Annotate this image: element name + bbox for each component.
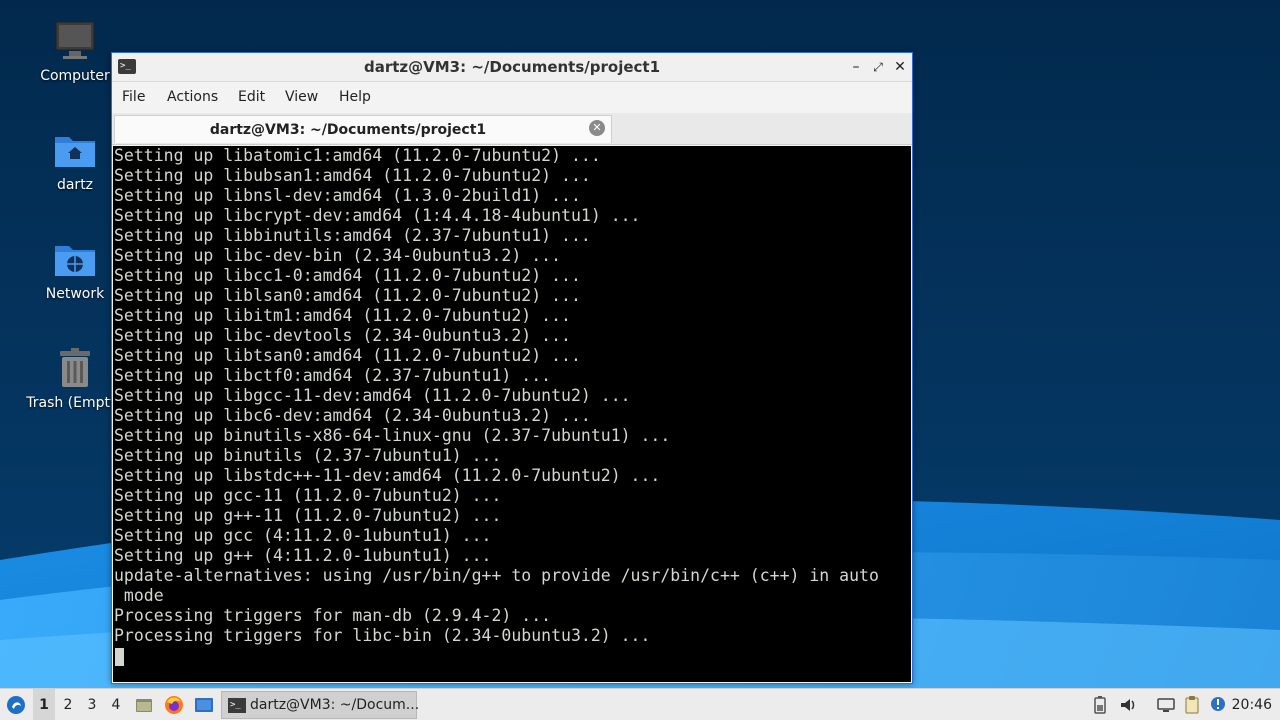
trash-icon (60, 348, 90, 387)
terminal-line: Setting up libgcc-11-dev:amd64 (11.2.0-7… (114, 386, 631, 405)
terminal-task-icon: >_ (228, 698, 246, 713)
terminal-line: Setting up libnsl-dev:amd64 (1.3.0-2buil… (114, 186, 581, 205)
menu-edit[interactable]: Edit (238, 89, 265, 105)
terminal-line: Setting up gcc-11 (11.2.0-7ubuntu2) ... (114, 486, 502, 505)
workspace-3[interactable]: 3 (81, 689, 103, 720)
terminal-cursor (115, 648, 124, 666)
terminal-tab[interactable]: dartz@VM3: ~/Documents/project1 ✕ (114, 115, 612, 143)
tab-bar: dartz@VM3: ~/Documents/project1 ✕ (112, 113, 912, 145)
terminal-line: Processing triggers for libc-bin (2.34-0… (114, 626, 651, 645)
terminal-line: Setting up libubsan1:amd64 (11.2.0-7ubun… (114, 166, 591, 185)
terminal-line: Setting up binutils (2.37-7ubuntu1) ... (114, 446, 502, 465)
terminal-line: Setting up libc-dev-bin (2.34-0ubuntu3.2… (114, 246, 562, 265)
terminal-line: Setting up libc6-dev:amd64 (2.34-0ubuntu… (114, 406, 591, 425)
maximize-button[interactable]: ⤢ (868, 57, 888, 77)
volume-icon[interactable] (1118, 695, 1138, 715)
firefox-icon[interactable] (164, 695, 184, 715)
terminal-line: mode (114, 586, 164, 605)
terminal-line: Setting up libcc1-0:amd64 (11.2.0-7ubunt… (114, 266, 581, 285)
menu-file[interactable]: File (122, 89, 145, 105)
terminal-line: Setting up libctf0:amd64 (2.37-7ubuntu1)… (114, 366, 552, 385)
terminal-line: Processing triggers for man-db (2.9.4-2)… (114, 606, 552, 625)
terminal-line: Setting up g++-11 (11.2.0-7ubuntu2) ... (114, 506, 502, 525)
tab-title: dartz@VM3: ~/Documents/project1 (209, 122, 487, 138)
workspace-4[interactable]: 4 (105, 689, 127, 720)
task-label: dartz@VM3: ~/Docum... (250, 697, 420, 713)
network-folder-icon (55, 246, 95, 276)
clock[interactable]: 20:46 (1232, 689, 1272, 720)
terminal-line: Setting up gcc (4:11.2.0-1ubuntu1) ... (114, 526, 492, 545)
terminal-line: Setting up libcrypt-dev:amd64 (1:4.4.18-… (114, 206, 641, 225)
terminal-line: update-alternatives: using /usr/bin/g++ … (114, 566, 879, 585)
menu-actions[interactable]: Actions (167, 89, 218, 105)
terminal-line: Setting up binutils-x86-64-linux-gnu (2.… (114, 426, 671, 445)
terminal-line: Setting up libtsan0:amd64 (11.2.0-7ubunt… (114, 346, 581, 365)
terminal-line: Setting up libc-devtools (2.34-0ubuntu3.… (114, 326, 571, 345)
close-button[interactable]: ✕ (890, 57, 910, 77)
home-folder-icon (55, 137, 95, 167)
network-icon[interactable] (1156, 695, 1176, 715)
window-titlebar[interactable]: >_ dartz@VM3: ~/Documents/project1 – ⤢ ✕ (112, 53, 912, 82)
file-manager-icon[interactable] (134, 695, 154, 715)
minimize-button[interactable]: – (846, 57, 866, 77)
workspace-1[interactable]: 1 (33, 689, 55, 720)
taskbar-task-terminal[interactable]: >_ dartz@VM3: ~/Docum... (221, 691, 420, 719)
terminal-window: >_ dartz@VM3: ~/Documents/project1 – ⤢ ✕… (111, 52, 913, 684)
window-title: dartz@VM3: ~/Documents/project1 (363, 58, 661, 76)
workspace-2[interactable]: 2 (57, 689, 79, 720)
terminal-line: Setting up libstdc++-11-dev:amd64 (11.2.… (114, 466, 661, 485)
menu-view[interactable]: View (285, 89, 318, 105)
desktop-icon[interactable] (194, 695, 214, 715)
terminal-output[interactable]: Setting up libatomic1:amd64 (11.2.0-7ubu… (113, 146, 911, 682)
terminal-line: Setting up libitm1:amd64 (11.2.0-7ubuntu… (114, 306, 571, 325)
battery-icon[interactable] (1090, 695, 1110, 715)
terminal-line: Setting up g++ (4:11.2.0-1ubuntu1) ... (114, 546, 492, 565)
computer-icon (55, 21, 95, 59)
terminal-lines: Setting up libatomic1:amd64 (11.2.0-7ubu… (114, 146, 879, 646)
start-menu-icon[interactable] (6, 695, 26, 715)
tab-close-icon[interactable]: ✕ (589, 120, 605, 136)
notification-icon[interactable] (1208, 695, 1228, 715)
terminal-line: Setting up libbinutils:amd64 (2.37-7ubun… (114, 226, 591, 245)
terminal-line: Setting up libatomic1:amd64 (11.2.0-7ubu… (114, 146, 601, 165)
taskbar: 1 2 3 4 >_ dartz@VM3: ~/Docum... 20:46 (0, 688, 1280, 720)
menu-bar: File Actions Edit View Help (112, 83, 912, 113)
menu-help[interactable]: Help (339, 89, 371, 105)
clipboard-icon[interactable] (1182, 695, 1202, 715)
terminal-line: Setting up liblsan0:amd64 (11.2.0-7ubunt… (114, 286, 581, 305)
